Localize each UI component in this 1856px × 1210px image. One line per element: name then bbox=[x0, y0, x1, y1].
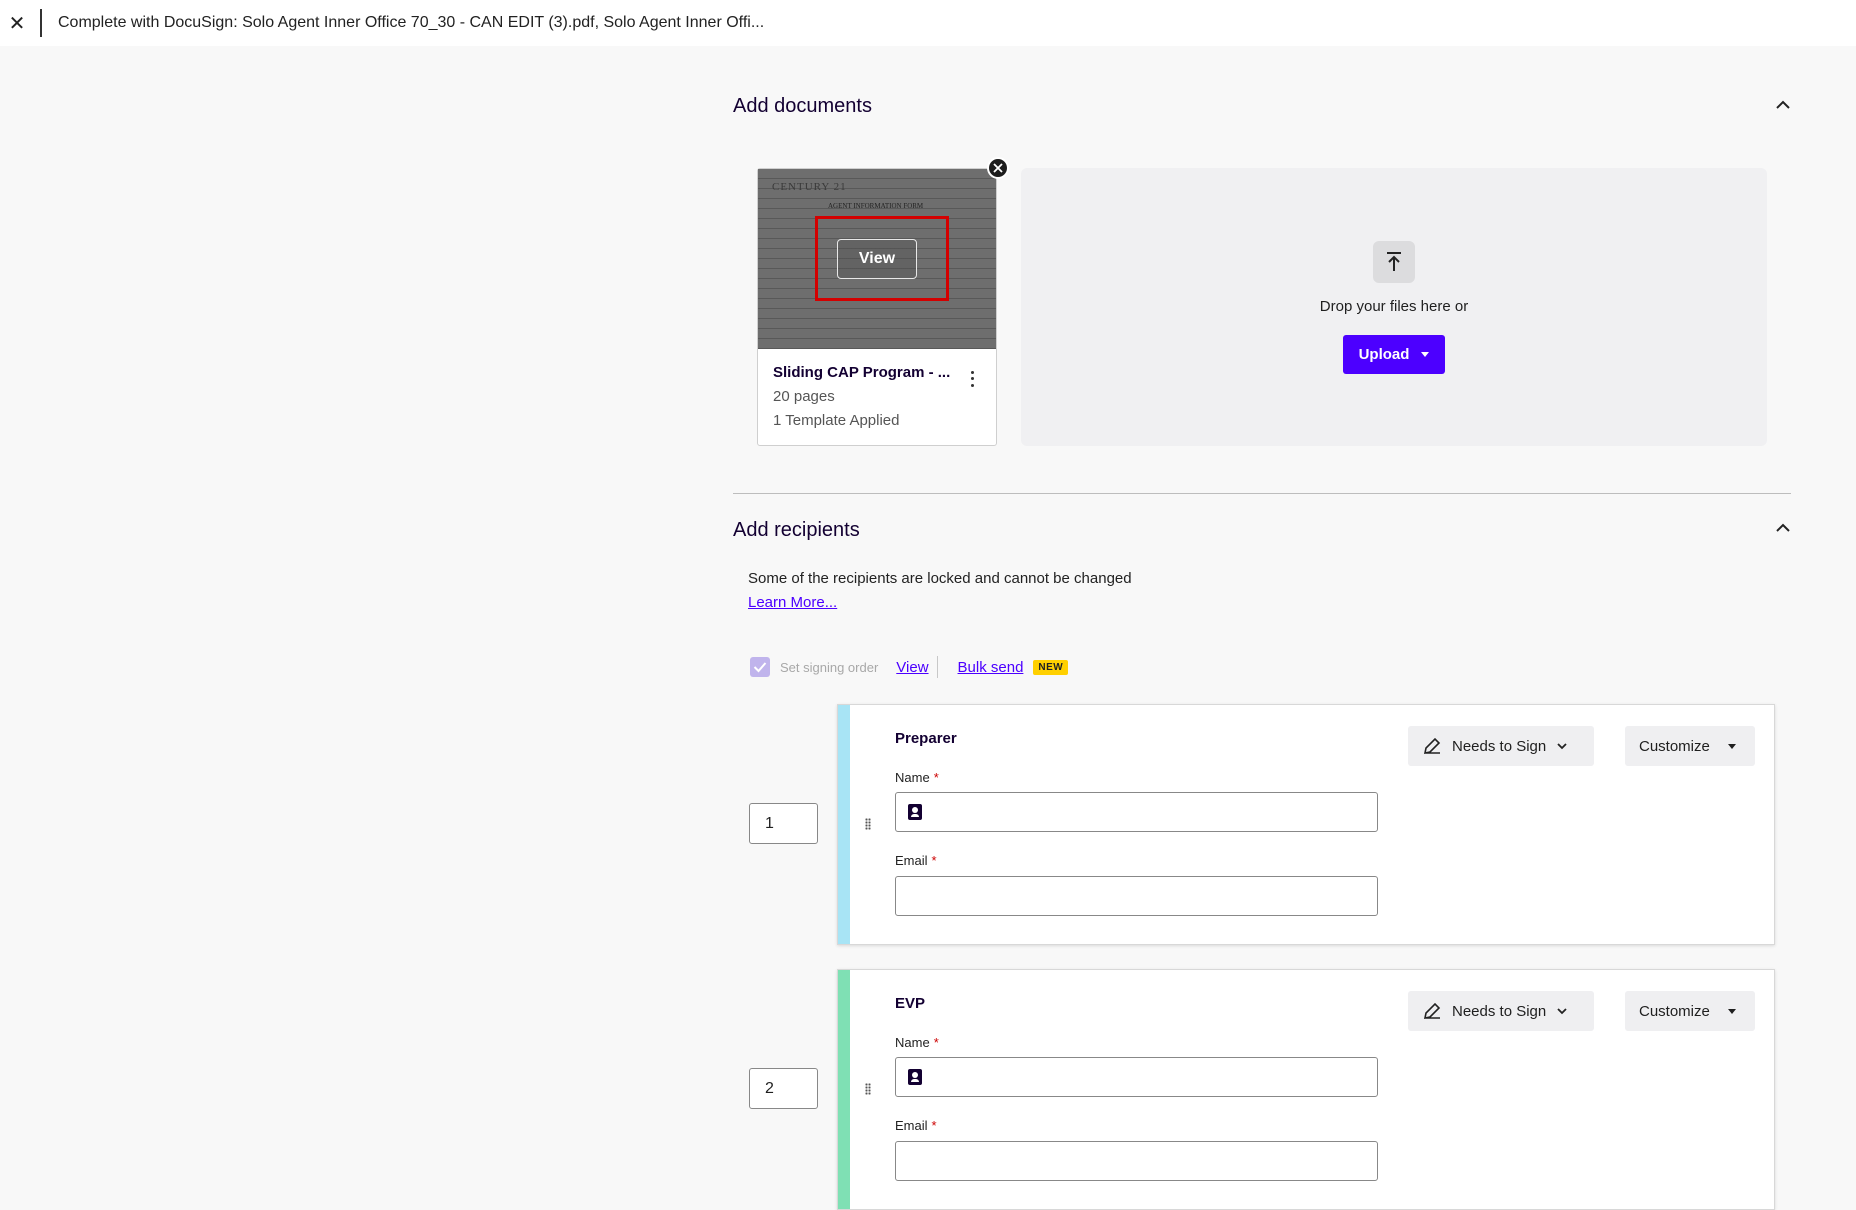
document-thumb-form-title: AGENT INFORMATION FORM bbox=[828, 202, 924, 210]
customize-label: Customize bbox=[1639, 1002, 1710, 1020]
learn-more-link[interactable]: Learn More... bbox=[748, 594, 837, 611]
drag-handle-icon[interactable] bbox=[865, 818, 871, 830]
window-title: Complete with DocuSign: Solo Agent Inner… bbox=[58, 14, 765, 31]
email-input[interactable] bbox=[895, 876, 1378, 916]
signing-order-checkbox[interactable] bbox=[750, 657, 770, 677]
drop-files-text: Drop your files here or bbox=[1319, 298, 1469, 315]
needs-to-sign-dropdown[interactable]: Needs to Sign bbox=[1408, 726, 1594, 766]
needs-to-sign-label: Needs to Sign bbox=[1452, 1002, 1547, 1020]
email-field-label: Email * bbox=[895, 853, 937, 868]
customize-label: Customize bbox=[1639, 737, 1710, 755]
recipient-role: EVP bbox=[895, 995, 926, 1012]
document-card: CENTURY 21 AGENT INFORMATION FORM View S… bbox=[757, 157, 1009, 446]
bulk-send-link[interactable]: Bulk send bbox=[958, 659, 1024, 676]
view-document-button[interactable]: View bbox=[837, 239, 917, 279]
locked-recipients-message: Some of the recipients are locked and ca… bbox=[748, 570, 1132, 587]
file-drop-zone[interactable]: Drop your files here or Upload bbox=[1021, 168, 1767, 446]
recipient-color-stripe bbox=[838, 970, 850, 1209]
recipient-card-evp: EVP Name * Email * Needs to Sign Customize bbox=[837, 969, 1775, 1210]
document-thumb-brand: CENTURY 21 bbox=[772, 181, 847, 193]
customize-dropdown[interactable]: Customize bbox=[1625, 726, 1755, 766]
customize-dropdown[interactable]: Customize bbox=[1625, 991, 1755, 1031]
recipient-order-input[interactable]: 1 bbox=[749, 803, 818, 844]
view-signing-order-link[interactable]: View bbox=[896, 659, 928, 676]
collapse-documents-chevron-up-icon[interactable] bbox=[1771, 93, 1795, 117]
new-badge: NEW bbox=[1033, 659, 1069, 675]
chevron-down-icon bbox=[1557, 743, 1567, 750]
titlebar-divider bbox=[40, 9, 42, 37]
link-divider bbox=[936, 656, 938, 678]
drag-handle-icon[interactable] bbox=[865, 1083, 871, 1095]
contacts-icon[interactable] bbox=[908, 1069, 922, 1085]
document-page-count: 20 pages bbox=[773, 388, 835, 405]
name-field-label: Name * bbox=[895, 770, 939, 785]
needs-to-sign-label: Needs to Sign bbox=[1452, 737, 1547, 755]
pen-icon bbox=[1423, 1002, 1441, 1020]
chevron-down-icon bbox=[1557, 1008, 1567, 1015]
name-field-label: Name * bbox=[895, 1035, 939, 1050]
section-divider bbox=[733, 493, 1791, 494]
caret-down-icon bbox=[1421, 352, 1430, 357]
recipient-card-preparer: Preparer Name * Email * Needs to Sign Cust… bbox=[837, 704, 1775, 945]
document-name: Sliding CAP Program - ... bbox=[773, 364, 951, 381]
upload-button-label: Upload bbox=[1358, 346, 1410, 363]
recipient-role: Preparer bbox=[895, 730, 957, 747]
recipient-color-stripe bbox=[838, 705, 850, 944]
caret-down-icon bbox=[1727, 1008, 1736, 1014]
window-titlebar: ✕ Complete with DocuSign: Solo Agent Inn… bbox=[0, 0, 1856, 46]
upload-button[interactable]: Upload bbox=[1343, 335, 1445, 374]
add-documents-heading: Add documents bbox=[733, 95, 872, 117]
document-templates-applied: 1 Template Applied bbox=[773, 412, 900, 429]
remove-document-close-icon[interactable] bbox=[987, 157, 1009, 179]
email-input[interactable] bbox=[895, 1141, 1378, 1181]
needs-to-sign-dropdown[interactable]: Needs to Sign bbox=[1408, 991, 1594, 1031]
document-thumbnail[interactable]: CENTURY 21 AGENT INFORMATION FORM View bbox=[758, 169, 996, 349]
close-icon[interactable]: ✕ bbox=[0, 0, 34, 46]
add-recipients-heading: Add recipients bbox=[733, 519, 860, 541]
pen-icon bbox=[1423, 737, 1441, 755]
document-more-options-icon[interactable] bbox=[965, 369, 979, 389]
collapse-recipients-chevron-up-icon[interactable] bbox=[1771, 516, 1795, 540]
upload-icon bbox=[1373, 241, 1415, 283]
email-field-label: Email * bbox=[895, 1118, 937, 1133]
signing-order-label: Set signing order bbox=[780, 659, 879, 675]
signing-order-row: Set signing order View Bulk send NEW bbox=[750, 656, 1069, 678]
caret-down-icon bbox=[1727, 743, 1736, 749]
name-input[interactable] bbox=[895, 792, 1378, 832]
recipient-order-input[interactable]: 2 bbox=[749, 1068, 818, 1109]
name-input[interactable] bbox=[895, 1057, 1378, 1097]
contacts-icon[interactable] bbox=[908, 804, 922, 820]
